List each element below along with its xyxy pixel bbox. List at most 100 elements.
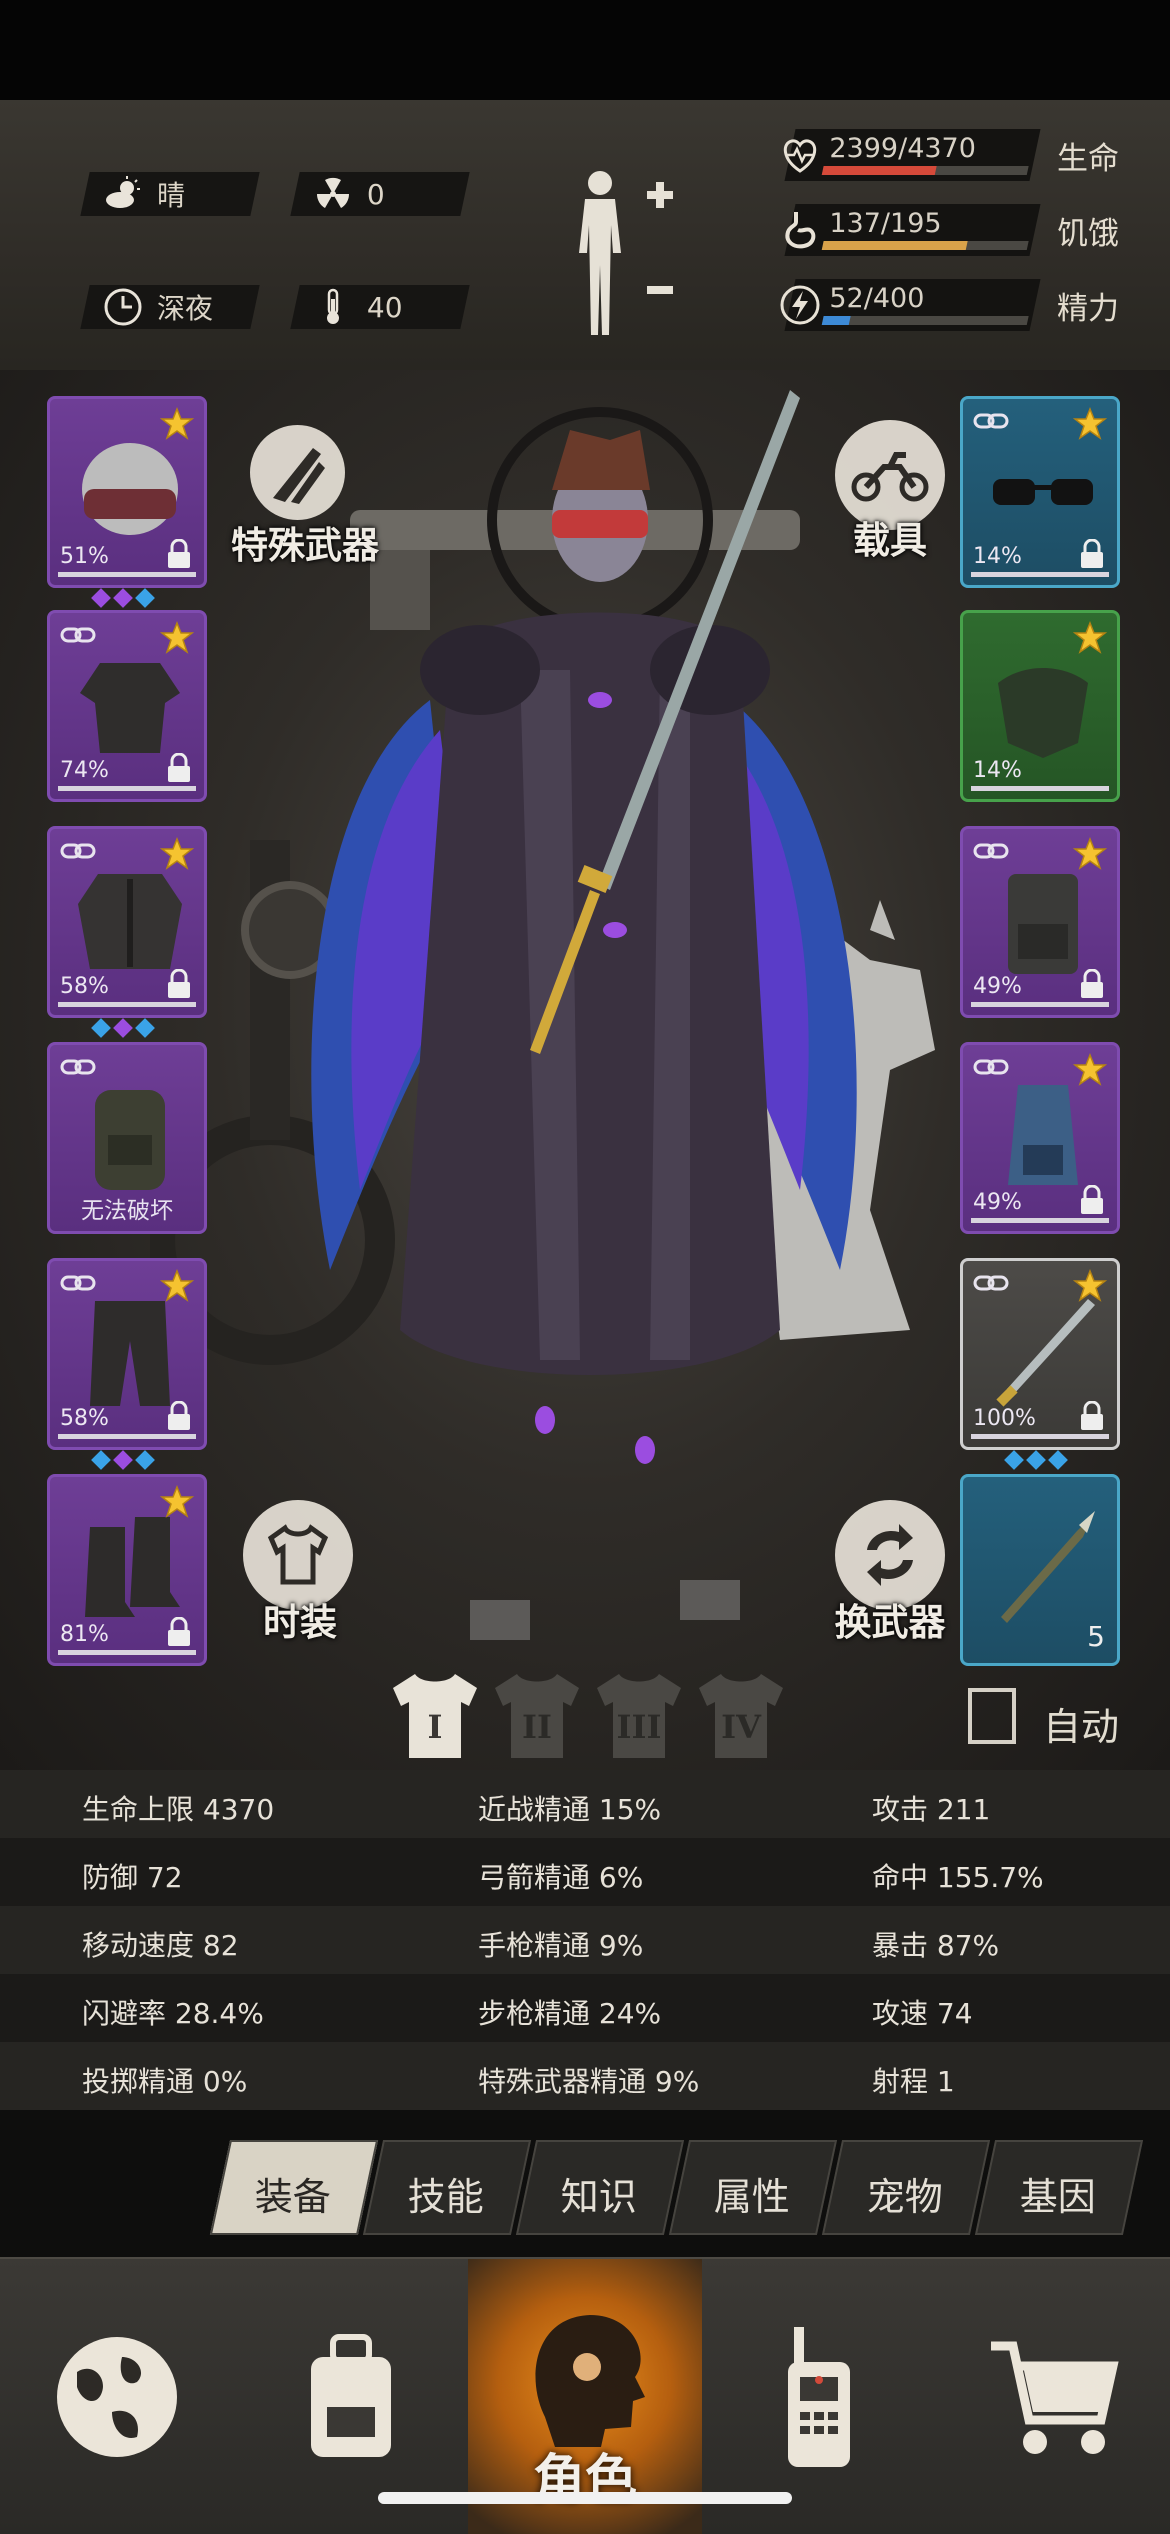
outfit-set-2[interactable]: II <box>487 1670 587 1760</box>
radiation-chip: 0 <box>290 172 470 216</box>
hunger-bar: 137/195 饥饿 <box>784 200 1119 260</box>
stat-cell: 命中 155.7% <box>872 1861 1044 1894</box>
helmet-icon <box>82 443 178 535</box>
tab-4[interactable]: 宠物 <box>821 2140 991 2235</box>
gem-icon <box>91 588 111 608</box>
lock-icon <box>1079 968 1105 999</box>
outfit-set-1[interactable]: I <box>385 1670 485 1760</box>
stat-cell: 闪避率 28.4% <box>82 1997 264 2030</box>
switch-weapon-label: 换武器 <box>834 1601 946 1644</box>
switch-weapon-button[interactable]: 换武器 <box>815 1500 965 1660</box>
gem-icon <box>113 1018 133 1038</box>
body-figure-button[interactable] <box>565 165 685 340</box>
star-icon <box>1072 1052 1108 1087</box>
clock-icon <box>103 287 143 327</box>
durability-bar <box>971 786 1109 791</box>
tab-3[interactable]: 属性 <box>668 2140 838 2235</box>
left-slot-pants[interactable]: 58% <box>47 1258 207 1450</box>
durability-bar <box>971 1434 1109 1439</box>
right-slot-glasses[interactable]: 14% <box>960 396 1120 588</box>
stats-table: 生命上限 4370 近战精通 15% 攻击 211 防御 72 弓箭精通 6% 命中 15… <box>0 1770 1170 2110</box>
outfit-set-4[interactable]: IV <box>691 1670 791 1760</box>
stats-row: 闪避率 28.4% 步枪精通 24% 攻速 74 <box>0 1974 1170 2042</box>
hunger-label: 饥饿 <box>1057 215 1119 252</box>
gem-icon <box>1026 1450 1046 1470</box>
stat-cell: 近战精通 15% <box>478 1793 662 1826</box>
tab-1[interactable]: 技能 <box>362 2140 532 2235</box>
tab-5[interactable]: 基因 <box>974 2140 1144 2235</box>
durability-bar <box>58 786 196 791</box>
gem-icon <box>1048 1450 1068 1470</box>
socket-gems <box>1004 1450 1068 1471</box>
durability-bar <box>58 1434 196 1439</box>
right-slot-katana[interactable]: 100% <box>960 1258 1120 1450</box>
gem-icon <box>91 1450 111 1470</box>
temperature-value: 40 <box>367 290 403 324</box>
body-figure-icon <box>579 171 673 335</box>
status-bar-area <box>0 0 1170 100</box>
durability-bar <box>58 1650 196 1655</box>
weather-chip: 晴 <box>80 172 260 216</box>
right-slot-knee-pad[interactable]: 49% <box>960 1042 1120 1234</box>
stat-cell: 射程 1 <box>872 2065 955 2098</box>
home-indicator[interactable] <box>378 2492 792 2504</box>
special-weapon-icon <box>250 425 345 520</box>
fashion-button[interactable]: 时装 <box>235 1500 365 1660</box>
tab-label: 技能 <box>407 2175 484 2219</box>
durability-percent: 81% <box>60 1622 109 1647</box>
jacket-icon <box>78 874 182 969</box>
outfit-set-numeral: IV <box>721 1708 761 1746</box>
stat-cell: 特殊武器精通 9% <box>478 2065 700 2098</box>
star-icon <box>1072 1268 1108 1303</box>
outfit-set-numeral: II <box>522 1708 552 1746</box>
health-value: 2399/4370 <box>829 133 976 164</box>
health-label: 生命 <box>1057 140 1119 177</box>
left-slot-shirt[interactable]: 74% <box>47 610 207 802</box>
radiation-value: 0 <box>367 177 385 211</box>
special-weapon-button[interactable]: 特殊武器 <box>225 425 385 585</box>
special-weapon-label: 特殊武器 <box>231 524 379 567</box>
stat-cell: 步枪精通 24% <box>478 1997 662 2030</box>
left-slot-jacket[interactable]: 58% <box>47 826 207 1018</box>
durability-bar <box>971 572 1109 577</box>
gem-icon <box>135 1018 155 1038</box>
tab-label: 属性 <box>713 2175 790 2219</box>
stat-cell: 攻击 211 <box>872 1793 991 1826</box>
nav-shop[interactable] <box>936 2259 1170 2534</box>
outfit-set-3[interactable]: III <box>589 1670 689 1760</box>
lock-icon <box>1079 538 1105 569</box>
mask-icon <box>998 668 1088 758</box>
energy-value: 52/400 <box>829 283 925 314</box>
right-slot-spear[interactable]: 5 <box>960 1474 1120 1666</box>
link-icon <box>60 625 96 645</box>
left-slot-boots[interactable]: 81% <box>47 1474 207 1666</box>
globe-icon <box>57 2336 177 2457</box>
lock-icon <box>166 538 192 569</box>
auto-checkbox[interactable] <box>968 1688 1016 1744</box>
right-slot-vest[interactable]: 49% <box>960 826 1120 1018</box>
star-icon <box>1072 620 1108 655</box>
vehicle-button[interactable]: 载具 <box>820 420 960 580</box>
socket-gems <box>91 1018 155 1039</box>
link-icon <box>973 841 1009 861</box>
time-chip: 深夜 <box>80 285 260 329</box>
right-slot-mask[interactable]: 14% <box>960 610 1120 802</box>
stat-cell: 防御 72 <box>82 1861 183 1894</box>
auto-toggle[interactable]: 自动 <box>968 1688 1128 1749</box>
left-slot-helmet[interactable]: 51% <box>47 396 207 588</box>
durability-percent: 58% <box>60 1406 109 1431</box>
durability-percent: 74% <box>60 758 109 783</box>
energy-label: 精力 <box>1057 290 1119 327</box>
backpack-icon <box>95 1090 165 1190</box>
temperature-chip: 40 <box>290 285 470 329</box>
left-slot-backpack[interactable]: 无法破坏 <box>47 1042 207 1234</box>
tab-0[interactable]: 装备 <box>209 2140 379 2235</box>
nav-world[interactable] <box>0 2259 234 2534</box>
tab-label: 基因 <box>1019 2175 1096 2219</box>
tab-2[interactable]: 知识 <box>515 2140 685 2235</box>
star-icon <box>159 1268 195 1303</box>
link-icon <box>60 1273 96 1293</box>
tab-bar: 装备 技能 知识 属性 宠物 基因 <box>209 2140 1150 2235</box>
stat-cell: 投掷精通 0% <box>82 2065 248 2098</box>
time-label: 深夜 <box>157 292 214 325</box>
